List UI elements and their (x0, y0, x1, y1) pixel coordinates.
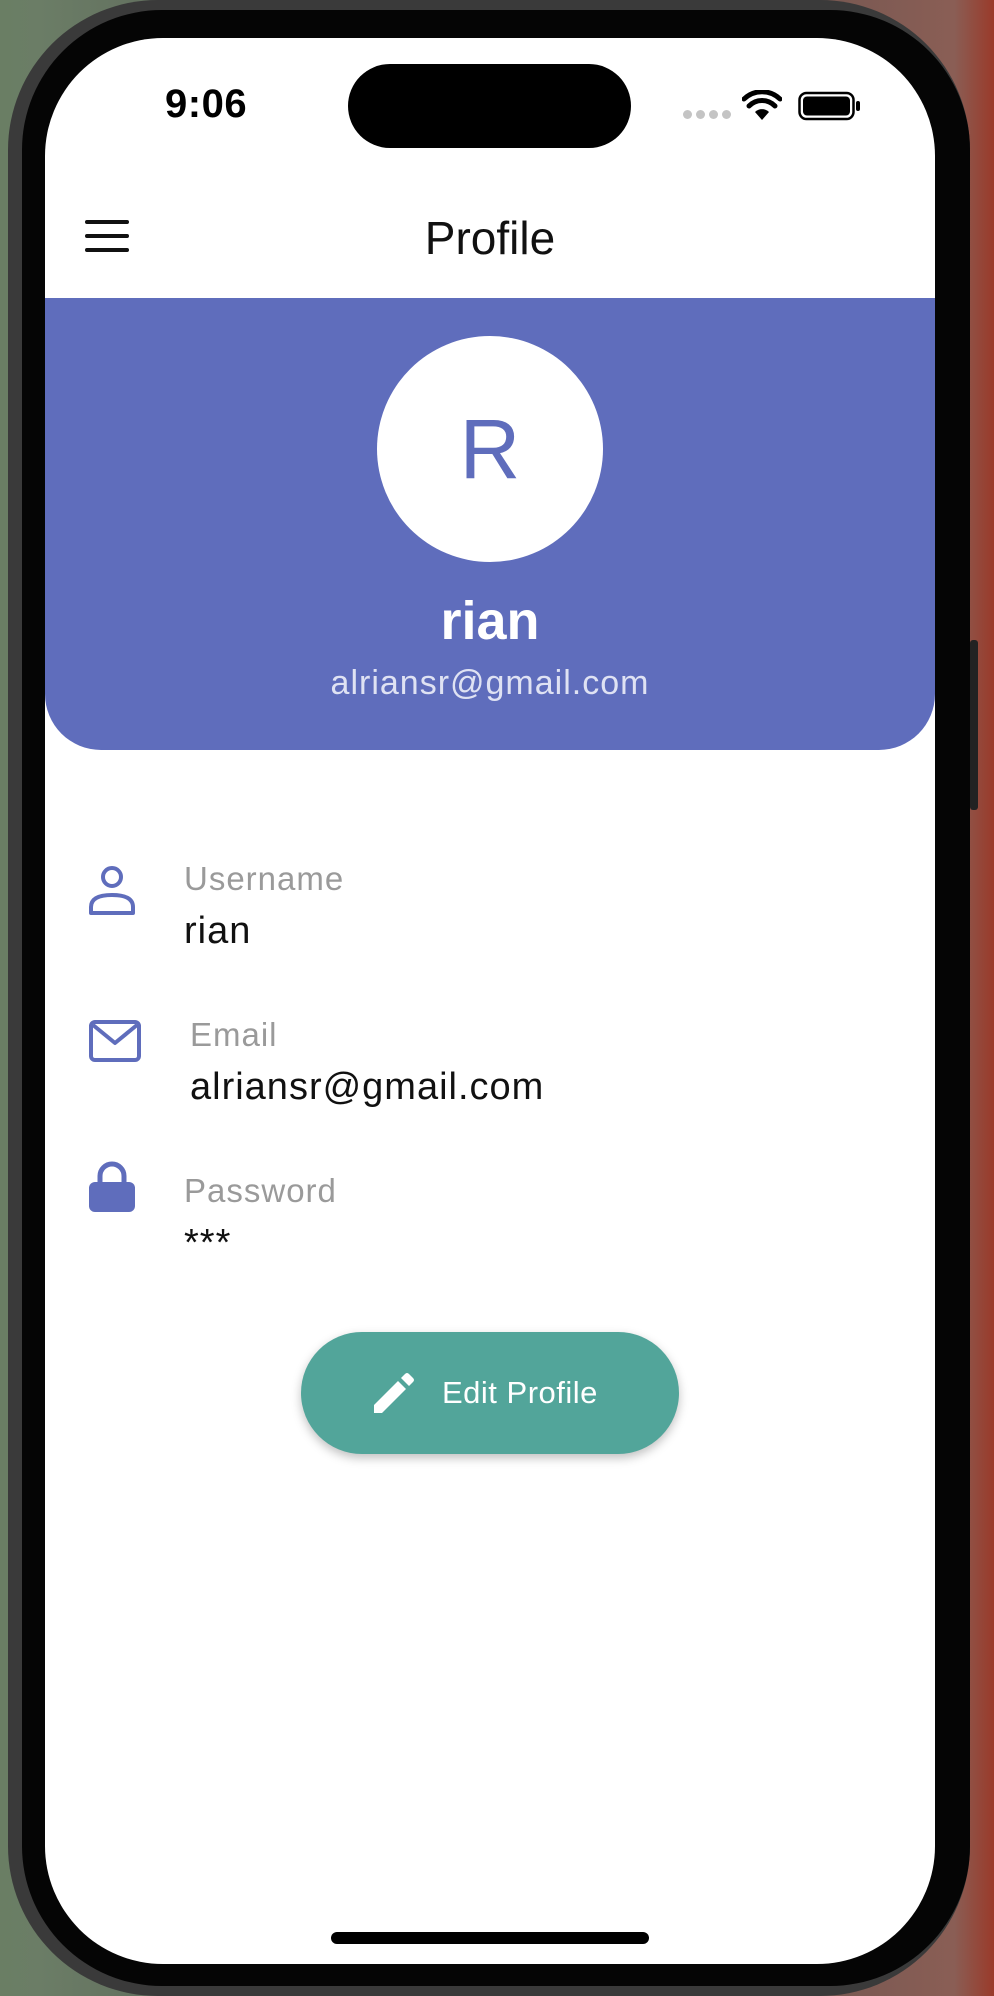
profile-email: alriansr@gmail.com (330, 664, 650, 702)
email-row: Email alriansr@gmail.com (45, 974, 935, 1108)
password-value: *** (184, 1222, 232, 1264)
home-indicator[interactable] (331, 1932, 649, 1944)
page-title: Profile (424, 212, 556, 264)
username-value: rian (184, 910, 252, 952)
status-time: 9:06 (165, 82, 248, 126)
battery-icon (798, 91, 860, 121)
username-row: Username rian (45, 818, 935, 952)
person-icon (89, 866, 135, 915)
wifi-icon (742, 90, 782, 120)
phone-screen: 9:06 Profile R rian alriansr@gmail.com U… (45, 38, 935, 1964)
email-label: Email (190, 1016, 278, 1053)
lock-icon (89, 1161, 135, 1212)
profile-name: rian (440, 591, 540, 651)
avatar: R (377, 336, 603, 562)
password-label: Password (184, 1172, 337, 1209)
phone-side-button (970, 640, 978, 810)
mail-icon (89, 1020, 141, 1062)
edit-profile-button[interactable]: Edit Profile (301, 1332, 679, 1454)
edit-profile-label: Edit Profile (442, 1375, 598, 1410)
pencil-icon (374, 1373, 414, 1413)
app-bar: Profile (45, 178, 935, 298)
username-label: Username (184, 860, 345, 897)
dynamic-island (348, 64, 631, 148)
cellular-signal-icon (683, 110, 731, 119)
email-value: alriansr@gmail.com (190, 1066, 545, 1108)
profile-header: R rian alriansr@gmail.com (45, 298, 935, 750)
password-row: Password *** (45, 1130, 935, 1264)
